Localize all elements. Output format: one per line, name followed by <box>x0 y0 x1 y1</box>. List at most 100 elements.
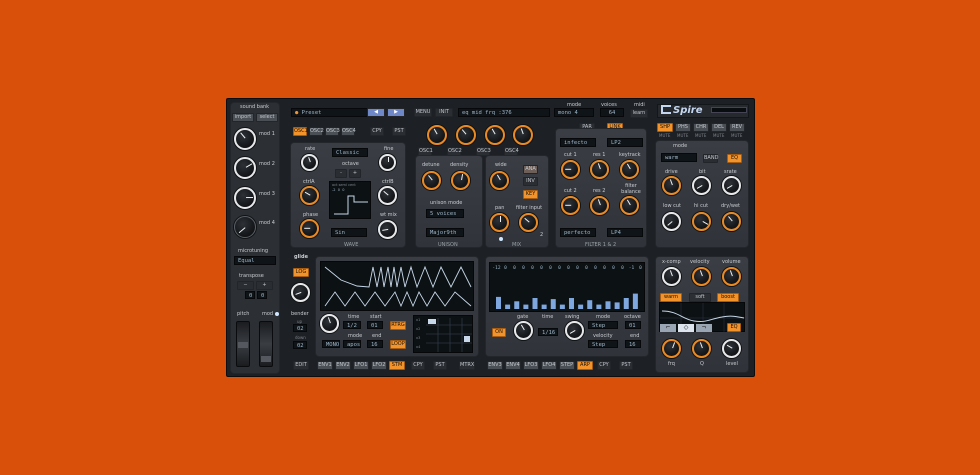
tab-step[interactable]: STEP <box>559 361 575 370</box>
filter1-type-select[interactable]: infecto <box>560 138 596 147</box>
tab-lfo4[interactable]: LFO4 <box>541 361 557 370</box>
env-speed-knob[interactable] <box>320 314 339 333</box>
pan-knob[interactable] <box>490 213 509 232</box>
env-loop-button[interactable]: LOOP <box>390 340 406 349</box>
fx-band-button[interactable]: BAND <box>703 154 718 163</box>
step-bar[interactable] <box>505 304 511 309</box>
step-bar[interactable] <box>541 304 547 309</box>
phase-knob[interactable] <box>300 219 319 238</box>
voices-value[interactable]: 64 <box>600 108 624 117</box>
fx-mute-5[interactable]: MUTE <box>731 133 742 139</box>
filter2-mode-select[interactable]: LP4 <box>607 228 643 237</box>
glide-knob[interactable] <box>291 283 310 302</box>
arp-paste-button[interactable]: PST <box>619 361 633 370</box>
step-bar[interactable] <box>632 293 638 309</box>
step-bar[interactable] <box>578 304 584 309</box>
arp-end-value[interactable]: 16 <box>625 340 641 348</box>
tab-env1[interactable]: ENV1 <box>317 361 333 370</box>
tab-env4[interactable]: ENV4 <box>505 361 521 370</box>
fx-tab-shp[interactable]: SHP <box>657 123 673 132</box>
env-mode-value[interactable]: MONO <box>322 340 340 348</box>
volume-knob[interactable] <box>722 267 741 286</box>
fx-tab-rev[interactable]: REV <box>729 123 745 132</box>
fx-mute-1[interactable]: MUTE <box>659 133 670 139</box>
wide-knob[interactable] <box>490 171 509 190</box>
env-retrig-button[interactable]: RTRG <box>390 321 406 330</box>
filter2-type-select[interactable]: LP2 <box>607 138 643 147</box>
mod-wheel[interactable] <box>259 321 273 367</box>
fx-tab-chr[interactable]: CHR <box>693 123 709 132</box>
cut1-knob[interactable] <box>561 160 580 179</box>
step-bar[interactable] <box>623 298 629 309</box>
detune-knob[interactable] <box>422 171 441 190</box>
preset-prev-button[interactable]: ◀ <box>367 108 385 117</box>
peak-icon[interactable]: ◇ <box>678 324 694 332</box>
eq-level-knob[interactable] <box>722 339 741 358</box>
hi-cut-knob[interactable] <box>692 212 711 231</box>
low-cut-knob[interactable] <box>662 212 681 231</box>
bender-up-value[interactable]: 02 <box>293 324 307 332</box>
step-bar[interactable] <box>496 296 501 309</box>
unison-voices-select[interactable]: 5 voices <box>426 209 464 218</box>
osc2-level-knob[interactable] <box>456 125 476 145</box>
menu-button[interactable]: MENU <box>414 108 432 117</box>
step-bar[interactable] <box>532 298 538 309</box>
glide-log-button[interactable]: LOG <box>293 268 309 277</box>
step-bar[interactable] <box>614 302 620 309</box>
import-button[interactable]: import <box>232 113 254 122</box>
osc4-level-knob[interactable] <box>513 125 533 145</box>
tab-stm[interactable]: STM <box>389 361 405 370</box>
inv-button[interactable]: INV <box>523 177 538 186</box>
tab-arp[interactable]: ARP <box>577 361 593 370</box>
env-copy-button[interactable]: CPY <box>411 361 425 370</box>
step-bar[interactable] <box>514 301 520 309</box>
tab-env3[interactable]: ENV3 <box>487 361 503 370</box>
preset-next-button[interactable]: ▶ <box>387 108 405 117</box>
fx-mute-3[interactable]: MUTE <box>695 133 706 139</box>
mod-3-knob[interactable] <box>234 187 256 209</box>
res2-knob[interactable] <box>590 196 609 215</box>
pitch-wheel[interactable] <box>236 321 250 367</box>
arp-mode-value[interactable]: Step <box>588 321 618 329</box>
ana-button[interactable]: ANA <box>523 165 538 174</box>
step-bar[interactable] <box>596 304 602 309</box>
eq-q-knob[interactable] <box>692 339 711 358</box>
wt-select[interactable]: Sin <box>331 228 367 237</box>
osc-paste-button[interactable]: PST <box>392 127 406 136</box>
tab-lfo2[interactable]: LFO2 <box>371 361 387 370</box>
gate-knob[interactable] <box>514 321 533 340</box>
tab-lfo3[interactable]: LFO3 <box>523 361 539 370</box>
keytrack-knob[interactable] <box>620 160 639 179</box>
wt-mix-knob[interactable] <box>378 220 397 239</box>
eq-warm-button[interactable]: warm <box>660 293 682 302</box>
init-button[interactable]: INIT <box>435 108 453 117</box>
velocity-knob[interactable] <box>692 267 711 286</box>
microtuning-select[interactable]: Equal <box>234 256 276 265</box>
low-shelf-icon[interactable]: ⌐ <box>660 324 676 332</box>
eq-soft-button[interactable]: soft <box>689 293 711 302</box>
tab-osc3[interactable]: OSC3 <box>325 127 340 136</box>
drive-knob[interactable] <box>662 176 681 195</box>
transpose-up-button[interactable]: + <box>256 281 273 290</box>
arp-time-value[interactable]: 1/16 <box>538 328 558 336</box>
mode-select[interactable]: mono 4 <box>554 108 594 117</box>
select-button[interactable]: select <box>256 113 278 122</box>
filter-balance-knob[interactable] <box>620 196 639 215</box>
transpose-down-button[interactable]: − <box>237 281 254 290</box>
density-knob[interactable] <box>451 171 470 190</box>
preset-display[interactable]: ● Preset <box>291 108 371 117</box>
fx-eq-button[interactable]: EQ <box>727 154 742 163</box>
mod-2-knob[interactable] <box>234 157 256 179</box>
fine-knob[interactable] <box>379 154 396 171</box>
ctrlb-knob[interactable] <box>378 186 397 205</box>
env-time-value[interactable]: 1/2 <box>343 321 361 329</box>
step-bar[interactable] <box>523 304 529 309</box>
octave-up-button[interactable]: + <box>349 169 361 178</box>
arp-velocity-value[interactable]: Step <box>588 340 618 348</box>
eq-enable-button[interactable]: EQ <box>727 323 741 332</box>
step-bar[interactable] <box>605 301 611 309</box>
arp-copy-button[interactable]: CPY <box>597 361 611 370</box>
high-shelf-icon[interactable]: ¬ <box>696 324 712 332</box>
eq-boost-button[interactable]: boost <box>717 293 739 302</box>
osc3-level-knob[interactable] <box>485 125 505 145</box>
